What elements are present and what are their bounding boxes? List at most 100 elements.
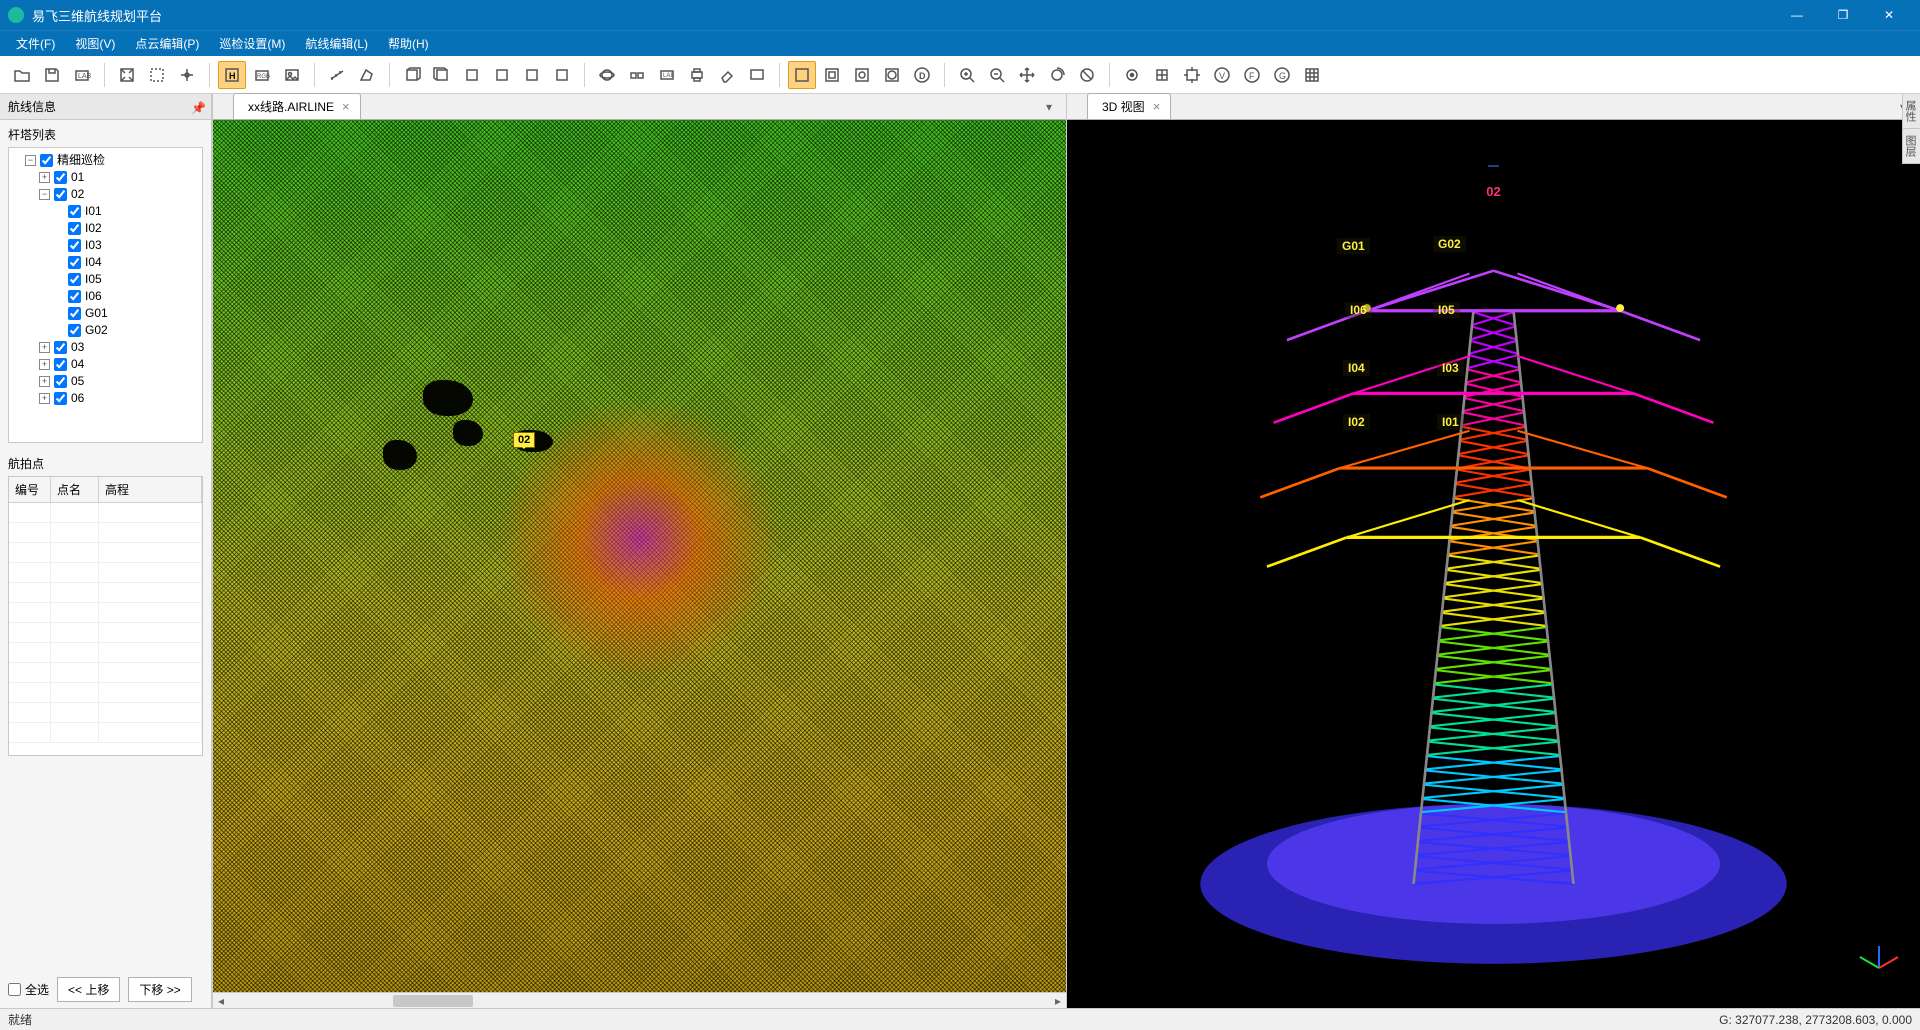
- col-id[interactable]: 编号: [9, 477, 51, 502]
- tool-d-button[interactable]: D: [908, 61, 936, 89]
- tower-marker-02[interactable]: 02: [513, 432, 535, 448]
- tree-tower-01[interactable]: +01: [39, 169, 200, 186]
- photo-points-list[interactable]: 编号 点名 高程: [8, 476, 203, 756]
- scroll-left-icon[interactable]: ◂: [213, 993, 229, 1009]
- list-row[interactable]: [9, 623, 202, 643]
- menu-item-5[interactable]: 帮助(H): [378, 31, 439, 56]
- list-row[interactable]: [9, 523, 202, 543]
- tree-tower-02[interactable]: −02: [39, 186, 200, 203]
- tool-print[interactable]: [683, 61, 711, 89]
- tab-3dview[interactable]: 3D 视图 ×: [1087, 93, 1171, 119]
- tower-checkbox[interactable]: [54, 358, 67, 371]
- menu-item-1[interactable]: 视图(V): [65, 31, 125, 56]
- tool-rotate-free[interactable]: [1043, 61, 1071, 89]
- tool-g-btn[interactable]: G: [1268, 61, 1296, 89]
- tool-measure-line[interactable]: [323, 61, 351, 89]
- tower-checkbox[interactable]: [54, 171, 67, 184]
- pin-icon[interactable]: 📌: [191, 101, 203, 113]
- tool-view-right[interactable]: [458, 61, 486, 89]
- tool-pan[interactable]: [173, 61, 201, 89]
- tool-layer-d[interactable]: [878, 61, 906, 89]
- close-button[interactable]: ✕: [1866, 0, 1912, 30]
- tree-point-I01[interactable]: I01: [53, 203, 200, 220]
- tool-fit[interactable]: [113, 61, 141, 89]
- tower-tree[interactable]: −精细巡检+01−02I01I02I03I04I05I06G01G02+03+0…: [8, 147, 203, 443]
- toggle-icon[interactable]: +: [39, 376, 50, 387]
- tool-save[interactable]: [38, 61, 66, 89]
- tower-checkbox[interactable]: [54, 375, 67, 388]
- tool-box-plus[interactable]: [1178, 61, 1206, 89]
- tool-h-color[interactable]: H: [218, 61, 246, 89]
- maximize-button[interactable]: ❐: [1820, 0, 1866, 30]
- tool-f-btn[interactable]: F: [1238, 61, 1266, 89]
- tool-measure-poly[interactable]: [353, 61, 381, 89]
- toggle-icon[interactable]: +: [39, 172, 50, 183]
- scroll-thumb[interactable]: [393, 995, 473, 1007]
- menu-item-0[interactable]: 文件(F): [6, 31, 65, 56]
- point-checkbox[interactable]: [68, 239, 81, 252]
- point-checkbox[interactable]: [68, 222, 81, 235]
- tool-view-top[interactable]: [518, 61, 546, 89]
- menu-item-3[interactable]: 巡检设置(M): [209, 31, 295, 56]
- tool-grid-btn[interactable]: [1298, 61, 1326, 89]
- col-name[interactable]: 点名: [51, 477, 99, 502]
- tool-snap[interactable]: [623, 61, 651, 89]
- tool-target[interactable]: [1118, 61, 1146, 89]
- move-down-button[interactable]: 下移 >>: [128, 977, 191, 1002]
- list-row[interactable]: [9, 663, 202, 683]
- tree-tower-05[interactable]: +05: [39, 373, 200, 390]
- point-checkbox[interactable]: [68, 273, 81, 286]
- side-tab-1[interactable]: 属性: [1903, 94, 1920, 129]
- select-all-input[interactable]: [8, 983, 21, 996]
- scrollbar-horizontal[interactable]: ◂ ▸: [213, 992, 1066, 1008]
- list-row[interactable]: [9, 683, 202, 703]
- col-elev[interactable]: 高程: [99, 477, 202, 502]
- tower-checkbox[interactable]: [54, 341, 67, 354]
- tower-checkbox[interactable]: [54, 392, 67, 405]
- toggle-icon[interactable]: +: [39, 393, 50, 404]
- canvas-3d[interactable]: ⎯⎯ 02 G01G02I06I05I04I03I02I01: [1067, 120, 1920, 1008]
- label3d-G02[interactable]: G02: [1433, 236, 1466, 252]
- list-row[interactable]: [9, 503, 202, 523]
- tool-view-back[interactable]: [488, 61, 516, 89]
- label3d-I03[interactable]: I03: [1437, 360, 1464, 376]
- select-all-checkbox[interactable]: 全选: [8, 981, 49, 998]
- move-up-button[interactable]: << 上移: [57, 977, 120, 1002]
- tab-dropdown-icon[interactable]: ▾: [1046, 100, 1060, 114]
- label3d-I05[interactable]: I05: [1433, 302, 1460, 318]
- list-row[interactable]: [9, 603, 202, 623]
- list-row[interactable]: [9, 643, 202, 663]
- list-row[interactable]: [9, 543, 202, 563]
- label3d-I02[interactable]: I02: [1343, 414, 1370, 430]
- tool-layer-b[interactable]: [818, 61, 846, 89]
- tree-point-I03[interactable]: I03: [53, 237, 200, 254]
- list-row[interactable]: [9, 563, 202, 583]
- point-checkbox[interactable]: [68, 307, 81, 320]
- tool-layer-a[interactable]: [788, 61, 816, 89]
- tool-open[interactable]: [8, 61, 36, 89]
- tool-fit-sel[interactable]: [143, 61, 171, 89]
- tool-label[interactable]: LAB: [653, 61, 681, 89]
- tool-move[interactable]: [1013, 61, 1041, 89]
- tree-point-I04[interactable]: I04: [53, 254, 200, 271]
- tree-point-G01[interactable]: G01: [53, 305, 200, 322]
- tree-point-I06[interactable]: I06: [53, 288, 200, 305]
- canvas-2d[interactable]: 02: [213, 120, 1066, 992]
- tab-airline[interactable]: xx线路.AIRLINE ×: [233, 93, 361, 119]
- tool-zoom-out[interactable]: [983, 61, 1011, 89]
- label3d-I06[interactable]: I06: [1345, 302, 1372, 318]
- scroll-right-icon[interactable]: ▸: [1050, 993, 1066, 1009]
- tab-close-icon[interactable]: ×: [1153, 100, 1161, 113]
- menu-item-4[interactable]: 航线编辑(L): [295, 31, 378, 56]
- point-checkbox[interactable]: [68, 290, 81, 303]
- tab-close-icon[interactable]: ×: [342, 100, 350, 113]
- tool-screen[interactable]: [743, 61, 771, 89]
- point-checkbox[interactable]: [68, 205, 81, 218]
- toggle-icon[interactable]: −: [39, 189, 50, 200]
- minimize-button[interactable]: —: [1774, 0, 1820, 30]
- menu-item-2[interactable]: 点云编辑(P): [125, 31, 209, 56]
- tool-view-left[interactable]: [428, 61, 456, 89]
- label3d-I04[interactable]: I04: [1343, 360, 1370, 376]
- root-checkbox[interactable]: [40, 154, 53, 167]
- point-checkbox[interactable]: [68, 324, 81, 337]
